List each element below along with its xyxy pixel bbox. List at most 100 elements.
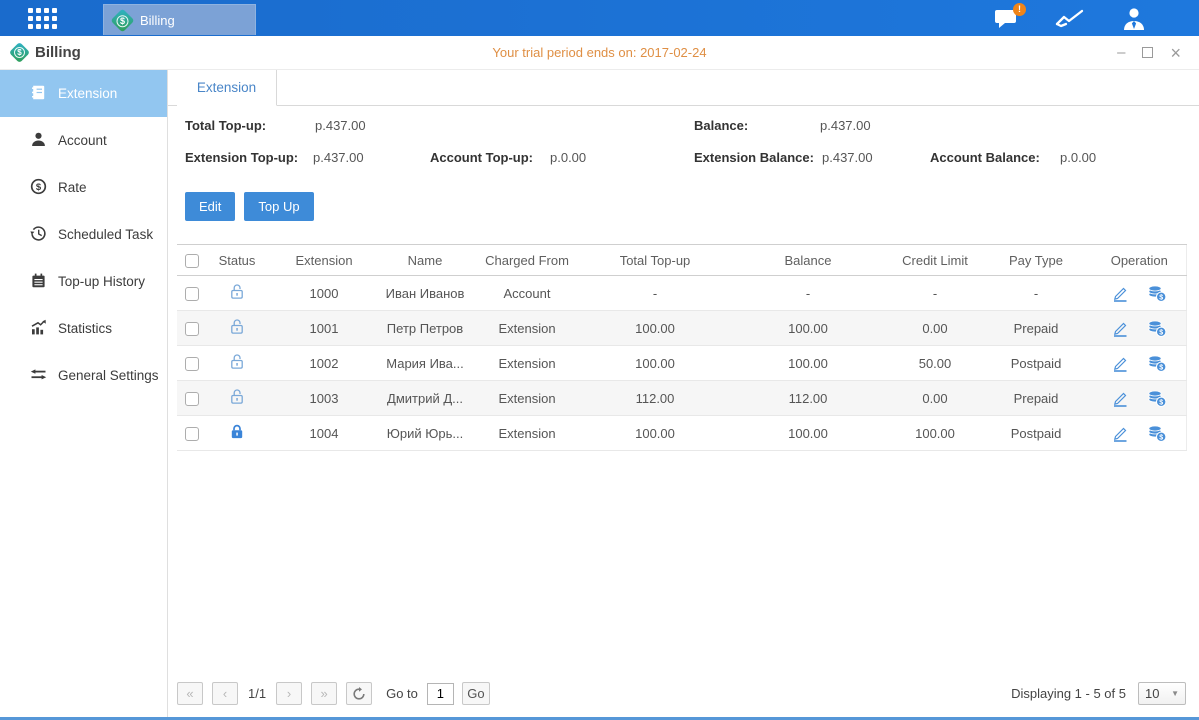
- col-balance: Balance: [725, 245, 891, 276]
- edit-icon[interactable]: [1111, 285, 1129, 302]
- window-title-bar: $ Billing Your trial period ends on: 201…: [0, 36, 1199, 70]
- cell-total-topup: 112.00: [585, 381, 725, 416]
- sidebar-item-extension[interactable]: Extension: [0, 70, 167, 117]
- topup-button[interactable]: Top Up: [244, 192, 313, 221]
- cell-extension: 1001: [267, 311, 381, 346]
- cell-pay-type: Postpaid: [979, 346, 1093, 381]
- page-size-value: 10: [1145, 686, 1159, 701]
- account-balance-value: p.0.00: [1060, 150, 1096, 165]
- user-account-icon[interactable]: [1121, 7, 1147, 30]
- billing-window-icon: $: [9, 42, 30, 63]
- svg-text:$: $: [36, 182, 42, 193]
- cell-balance: 100.00: [725, 311, 891, 346]
- row-checkbox[interactable]: [185, 287, 199, 301]
- taskbar-tab-label: Billing: [140, 13, 175, 28]
- sidebar-item-statistics[interactable]: Statistics: [0, 305, 167, 352]
- notifications-icon[interactable]: !: [994, 8, 1019, 29]
- minimize-icon[interactable]: –: [1117, 45, 1125, 60]
- cell-name: Иван Иванов: [381, 276, 469, 311]
- col-charged-from: Charged From: [469, 245, 585, 276]
- last-page-button[interactable]: »: [311, 682, 337, 705]
- cell-total-topup: 100.00: [585, 346, 725, 381]
- maximize-icon[interactable]: [1142, 47, 1153, 58]
- cell-credit-limit: 50.00: [891, 346, 979, 381]
- cell-extension: 1004: [267, 416, 381, 451]
- statistics-icon: [30, 319, 47, 339]
- svg-text:$: $: [1159, 329, 1163, 336]
- main-menu-grid-icon[interactable]: [28, 8, 57, 29]
- edit-button[interactable]: Edit: [185, 192, 235, 221]
- sidebar-item-label: Extension: [58, 86, 117, 101]
- displaying-summary: Displaying 1 - 5 of 5: [1011, 686, 1126, 701]
- col-name: Name: [381, 245, 469, 276]
- sidebar-item-label: Scheduled Task: [58, 227, 153, 242]
- row-checkbox[interactable]: [185, 392, 199, 406]
- next-page-button[interactable]: ›: [276, 682, 302, 705]
- rate-icon: $: [30, 178, 47, 198]
- cell-credit-limit: 0.00: [891, 381, 979, 416]
- main-content: Extension Total Top-up: p.437.00 Balance…: [168, 70, 1199, 717]
- topup-coins-icon[interactable]: $: [1147, 285, 1167, 302]
- extension-icon: [30, 84, 47, 104]
- page-size-select[interactable]: 10 ▼: [1138, 682, 1186, 705]
- topup-history-icon: [30, 272, 47, 292]
- edit-icon[interactable]: [1111, 390, 1129, 407]
- billing-window: $ Billing ! $ Billing Your trial period …: [0, 0, 1199, 720]
- refresh-button[interactable]: [346, 682, 372, 705]
- cell-credit-limit: -: [891, 276, 979, 311]
- goto-page-input[interactable]: [427, 683, 454, 705]
- edit-icon[interactable]: [1111, 425, 1129, 442]
- cell-total-topup: 100.00: [585, 416, 725, 451]
- cell-credit-limit: 100.00: [891, 416, 979, 451]
- unlocked-icon: [229, 358, 245, 373]
- edit-icon[interactable]: [1111, 355, 1129, 372]
- col-operation: Operation: [1093, 245, 1186, 276]
- unlocked-icon: [229, 288, 245, 303]
- cell-name: Мария Ива...: [381, 346, 469, 381]
- cell-pay-type: Prepaid: [979, 311, 1093, 346]
- account-balance-label: Account Balance:: [930, 150, 1040, 165]
- cell-charged-from: Extension: [469, 346, 585, 381]
- sidebar-item-topup-history[interactable]: Top-up History: [0, 258, 167, 305]
- taskbar-tab-billing[interactable]: $ Billing: [103, 4, 256, 35]
- sidebar-item-general-settings[interactable]: General Settings: [0, 352, 167, 399]
- resource-monitor-icon[interactable]: [1055, 7, 1085, 29]
- topup-coins-icon[interactable]: $: [1147, 320, 1167, 337]
- scheduled-task-icon: [30, 225, 47, 245]
- system-top-bar: $ Billing !: [0, 0, 1199, 36]
- row-checkbox[interactable]: [185, 322, 199, 336]
- sidebar-item-rate[interactable]: $ Rate: [0, 164, 167, 211]
- edit-icon[interactable]: [1111, 320, 1129, 337]
- row-checkbox[interactable]: [185, 427, 199, 441]
- cell-balance: 100.00: [725, 346, 891, 381]
- tab-extension[interactable]: Extension: [177, 70, 277, 106]
- cell-total-topup: 100.00: [585, 311, 725, 346]
- billing-app-icon: $: [110, 8, 134, 32]
- table-header-row: Status Extension Name Charged From Total…: [177, 245, 1186, 276]
- sidebar-item-label: Top-up History: [58, 274, 145, 289]
- col-status: Status: [207, 245, 267, 276]
- cell-charged-from: Account: [469, 276, 585, 311]
- balance-value: p.437.00: [820, 118, 871, 133]
- locked-icon: [229, 428, 245, 443]
- first-page-button[interactable]: «: [177, 682, 203, 705]
- topup-coins-icon[interactable]: $: [1147, 425, 1167, 442]
- page-indicator: 1/1: [248, 686, 266, 701]
- close-icon[interactable]: ×: [1170, 44, 1181, 62]
- topup-coins-icon[interactable]: $: [1147, 355, 1167, 372]
- row-checkbox[interactable]: [185, 357, 199, 371]
- prev-page-button[interactable]: ‹: [212, 682, 238, 705]
- go-button[interactable]: Go: [462, 682, 490, 705]
- sidebar-item-scheduled-task[interactable]: Scheduled Task: [0, 211, 167, 258]
- select-all-checkbox[interactable]: [185, 254, 199, 268]
- cell-extension: 1000: [267, 276, 381, 311]
- balance-label: Balance:: [694, 118, 748, 133]
- topup-coins-icon[interactable]: $: [1147, 390, 1167, 407]
- pagination-bar: « ‹ 1/1 › » Go to Go Displaying 1 - 5 of…: [177, 682, 1186, 705]
- cell-charged-from: Extension: [469, 416, 585, 451]
- sidebar-item-account[interactable]: Account: [0, 117, 167, 164]
- sidebar-item-label: Account: [58, 133, 107, 148]
- cell-total-topup: -: [585, 276, 725, 311]
- sidebar-item-label: General Settings: [58, 368, 159, 383]
- extension-topup-value: p.437.00: [313, 150, 364, 165]
